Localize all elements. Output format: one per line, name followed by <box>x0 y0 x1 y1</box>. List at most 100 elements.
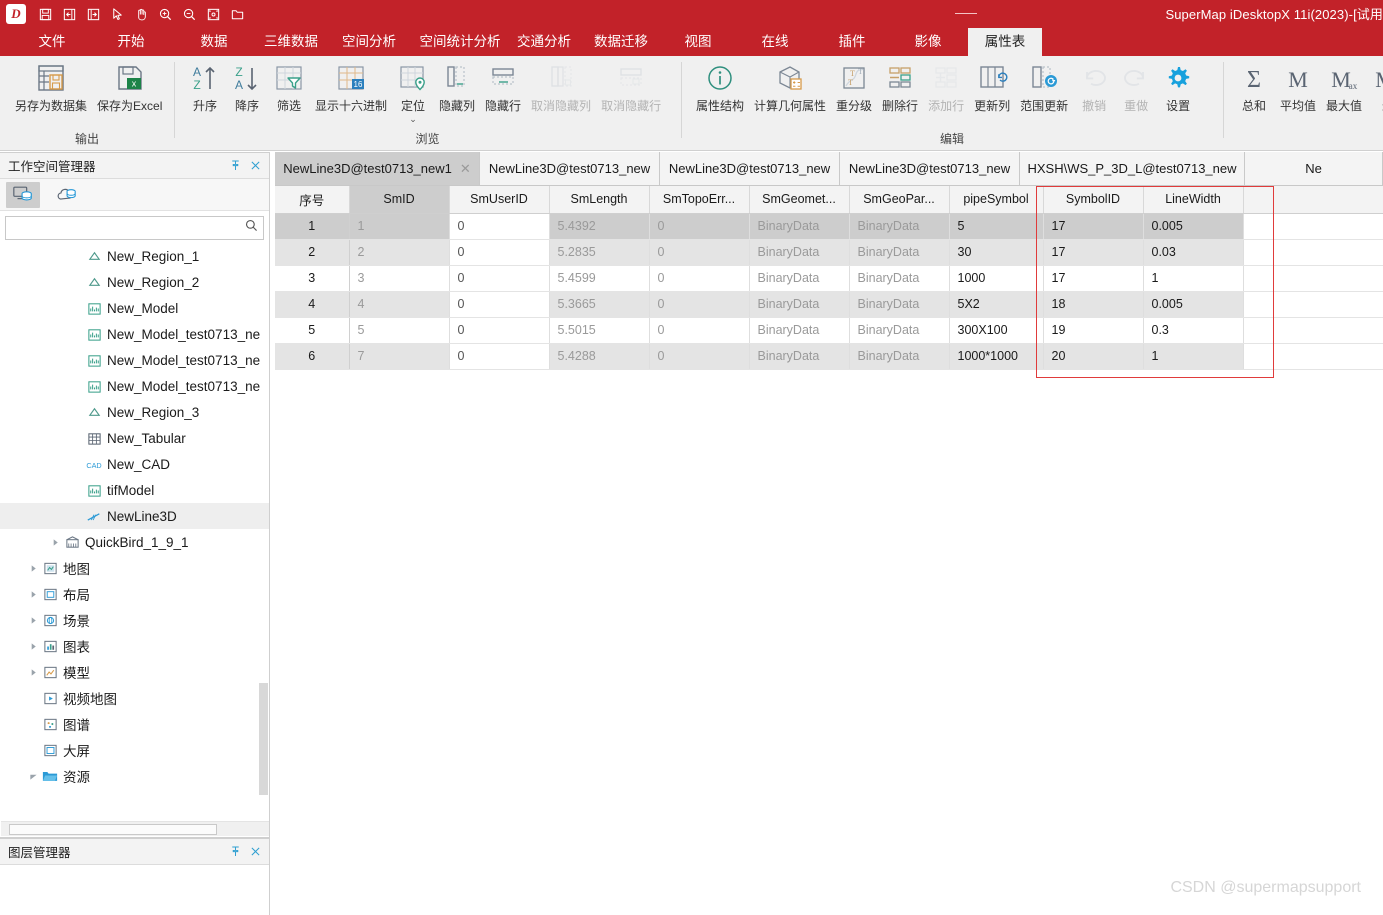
column-header-pipeSymbol[interactable]: pipeSymbol <box>949 186 1044 214</box>
cell-SmTopoErr[interactable]: 0 <box>649 317 750 344</box>
cell-LineWidth[interactable]: 0.005 <box>1143 213 1244 240</box>
cell-SmGeoPar[interactable]: BinaryData <box>849 265 950 292</box>
ribbon-tab-2[interactable]: 数据 <box>188 28 240 56</box>
chevron-right-icon[interactable] <box>26 564 40 573</box>
cell-SmUserID[interactable]: 0 <box>449 265 550 292</box>
tree-item[interactable]: New_Region_3 <box>0 399 269 425</box>
close-icon[interactable] <box>245 842 265 862</box>
delete-row-button[interactable]: 删除行 <box>877 58 923 114</box>
tree-item[interactable]: tifModel <box>0 477 269 503</box>
chevron-down-icon[interactable] <box>26 772 40 781</box>
locate-button[interactable]: 定位 ⌄ <box>392 58 434 124</box>
zoom-out-icon[interactable] <box>177 2 201 26</box>
ribbon-tab-8[interactable]: 视图 <box>672 28 724 56</box>
document-tab[interactable]: NewLine3D@test0713_new <box>480 152 660 185</box>
cell-seq[interactable]: 2 <box>275 239 350 266</box>
cell-LineWidth[interactable]: 1 <box>1143 265 1244 292</box>
attribute-table[interactable]: 序号 SmID SmUserID SmLength SmTopoErr... SmGeom… <box>275 186 1383 915</box>
ribbon-tab-1[interactable]: 开始 <box>105 28 157 56</box>
reclassify-button[interactable]: T T T 重分级 <box>831 58 877 114</box>
cell-SymbolID[interactable]: 20 <box>1043 343 1144 370</box>
table-row[interactable]: 6 7 0 5.4288 0 BinaryData BinaryData 1000*1000 2… <box>275 343 1383 370</box>
cell-SmLength[interactable]: 5.4599 <box>549 265 650 292</box>
column-header-SmGeometry[interactable]: SmGeomet... <box>749 186 850 214</box>
table-row[interactable]: 4 4 0 5.3665 0 BinaryData BinaryData 5X2 18 0.005 <box>275 291 1383 318</box>
cell-LineWidth[interactable]: 1 <box>1143 343 1244 370</box>
compute-geometry-button[interactable]: 计算几何属性 <box>749 58 831 114</box>
column-header-SmGeoPar[interactable]: SmGeoPar... <box>849 186 950 214</box>
save-as-dataset-button[interactable]: 另存为数据集 <box>10 58 92 114</box>
full-extent-icon[interactable] <box>201 2 225 26</box>
scrollbar-thumb[interactable] <box>9 824 217 835</box>
ribbon-tab-6[interactable]: 交通分析 <box>505 28 583 56</box>
tree-item[interactable]: New_Region_1 <box>0 243 269 269</box>
pin-icon[interactable] <box>225 842 245 862</box>
tree-vertical-scrollbar[interactable] <box>259 683 268 795</box>
cell-SmUserID[interactable]: 0 <box>449 317 550 344</box>
cell-SmUserID[interactable]: 0 <box>449 343 550 370</box>
cell-SmLength[interactable]: 5.2835 <box>549 239 650 266</box>
column-header-SmUserID[interactable]: SmUserID <box>449 186 550 214</box>
cell-SmGeometry[interactable]: BinaryData <box>749 291 850 318</box>
cell-SmLength[interactable]: 5.5015 <box>549 317 650 344</box>
save-icon[interactable] <box>33 2 57 26</box>
table-row[interactable]: 2 2 0 5.2835 0 BinaryData BinaryData 30 17 0.03 <box>275 239 1383 266</box>
tree-item[interactable]: 视频地图 <box>0 685 269 711</box>
search-icon[interactable] <box>244 218 259 238</box>
ribbon-tab-0[interactable]: 文件 <box>26 28 78 56</box>
chevron-right-icon[interactable] <box>26 616 40 625</box>
cell-SmGeoPar[interactable]: BinaryData <box>849 291 950 318</box>
tree-item[interactable]: New_Model_test0713_ne <box>0 347 269 373</box>
chevron-right-icon[interactable] <box>48 538 62 547</box>
document-tab[interactable]: HXSH\WS_P_3D_L@test0713_new <box>1020 152 1245 185</box>
cell-SymbolID[interactable]: 19 <box>1043 317 1144 344</box>
column-header-SmID[interactable]: SmID <box>349 186 450 214</box>
hex-display-button[interactable]: 16 显示十六进制 <box>310 58 392 114</box>
document-tab[interactable]: NewLine3D@test0713_new <box>660 152 840 185</box>
column-header-SymbolID[interactable]: SymbolID <box>1043 186 1144 214</box>
minimize-button[interactable] <box>955 13 977 14</box>
tree-item[interactable]: New_Model <box>0 295 269 321</box>
ribbon-tab-3[interactable]: 三维数据 <box>252 28 330 56</box>
cell-SmGeoPar[interactable]: BinaryData <box>849 343 950 370</box>
cell-SmLength[interactable]: 5.4392 <box>549 213 650 240</box>
cell-LineWidth[interactable]: 0.03 <box>1143 239 1244 266</box>
open-right-icon[interactable] <box>81 2 105 26</box>
cell-SmTopoErr[interactable]: 0 <box>649 213 750 240</box>
column-header-seq[interactable]: 序号 <box>275 186 350 214</box>
cell-seq[interactable]: 3 <box>275 265 350 292</box>
pan-hand-icon[interactable] <box>129 2 153 26</box>
max-m-button[interactable]: Max 最大值 <box>1321 58 1367 114</box>
tree-item[interactable]: New_Region_2 <box>0 269 269 295</box>
cell-SymbolID[interactable]: 17 <box>1043 239 1144 266</box>
cell-SmUserID[interactable]: 0 <box>449 239 550 266</box>
tree-item[interactable]: New_Model_test0713_ne <box>0 373 269 399</box>
cell-SmGeometry[interactable]: BinaryData <box>749 343 850 370</box>
ribbon-tab-11[interactable]: 影像 <box>902 28 954 56</box>
tree-item[interactable]: 地图 <box>0 555 269 581</box>
cell-seq[interactable]: 5 <box>275 317 350 344</box>
tree-horizontal-scrollbar[interactable] <box>1 821 269 836</box>
cell-SymbolID[interactable]: 17 <box>1043 213 1144 240</box>
cell-LineWidth[interactable]: 0.3 <box>1143 317 1244 344</box>
document-tab[interactable]: NewLine3D@test0713_new1 ✕ <box>275 152 480 185</box>
workspace-search-box[interactable] <box>5 216 264 240</box>
document-tab[interactable]: Ne <box>1245 152 1383 185</box>
tree-item[interactable]: 大屏 <box>0 737 269 763</box>
tree-item[interactable]: QuickBird_1_9_1 <box>0 529 269 555</box>
chevron-right-icon[interactable] <box>26 642 40 651</box>
cell-SmGeometry[interactable]: BinaryData <box>749 317 850 344</box>
cell-SmUserID[interactable]: 0 <box>449 291 550 318</box>
column-header-SmTopoErr[interactable]: SmTopoErr... <box>649 186 750 214</box>
tree-item[interactable]: NewLine3D <box>0 503 269 529</box>
tree-item[interactable]: 点符号库 <box>0 789 269 795</box>
sort-descending-button[interactable]: Z A 降序 <box>226 58 268 114</box>
sum-sigma-button[interactable]: Σ 总和 <box>1233 58 1275 114</box>
ribbon-tab-7[interactable]: 数据迁移 <box>582 28 660 56</box>
cell-pipeSymbol[interactable]: 5X2 <box>949 291 1044 318</box>
tree-item[interactable]: 图表 <box>0 633 269 659</box>
document-tab[interactable]: NewLine3D@test0713_new <box>840 152 1020 185</box>
chevron-down-icon[interactable]: ⌄ <box>409 115 417 124</box>
cell-SmTopoErr[interactable]: 0 <box>649 239 750 266</box>
column-header-LineWidth[interactable]: LineWidth <box>1143 186 1244 214</box>
